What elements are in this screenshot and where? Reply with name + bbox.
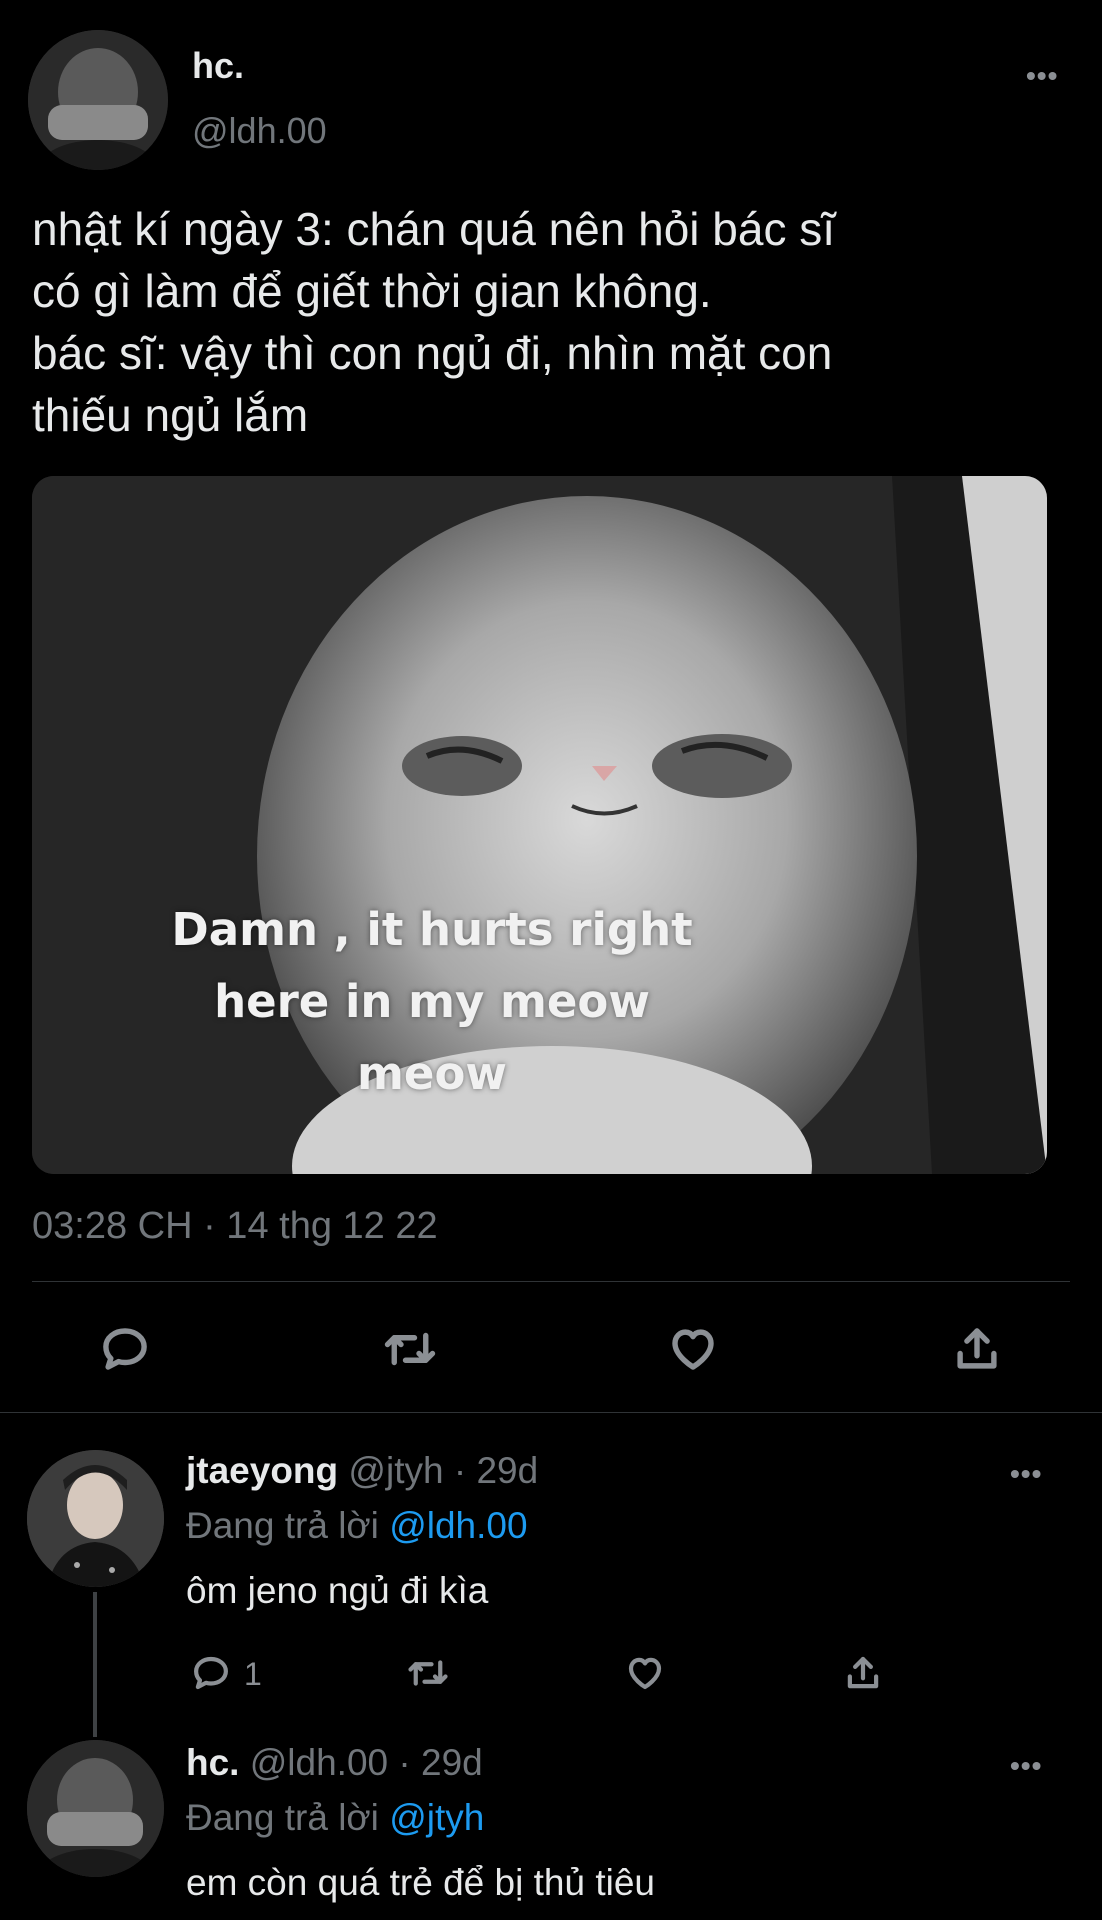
tweet-text-line: có gì làm để giết thời gian không. bbox=[32, 265, 712, 317]
like-icon[interactable] bbox=[666, 1322, 720, 1376]
divider bbox=[0, 1412, 1102, 1413]
reply-header: jtaeyong @jtyh · 29d bbox=[186, 1450, 538, 1492]
reply-text: ôm jeno ngủ đi kìa bbox=[186, 1570, 489, 1611]
replying-prefix: Đang trả lời bbox=[186, 1505, 379, 1546]
tweet-text: nhật kí ngày 3: chán quá nên hỏi bác sĩ … bbox=[32, 198, 835, 446]
reply-author-handle[interactable]: @ldh.00 bbox=[250, 1742, 388, 1783]
tweet-timestamp[interactable]: 03:28 CH · 14 thg 12 22 bbox=[32, 1205, 438, 1248]
image-caption-line: Damn , it hurts right bbox=[171, 903, 693, 956]
retweet-icon[interactable] bbox=[404, 1652, 452, 1694]
image-caption-line: meow bbox=[357, 1047, 507, 1100]
tweet-text-line: nhật kí ngày 3: chán quá nên hỏi bác sĩ bbox=[32, 203, 836, 255]
author-name[interactable]: hc. bbox=[192, 45, 244, 87]
avatar-image bbox=[27, 1450, 164, 1587]
reply-author-name[interactable]: jtaeyong bbox=[186, 1450, 338, 1491]
reply-age[interactable]: · 29d bbox=[454, 1450, 538, 1491]
author-handle[interactable]: @ldh.00 bbox=[192, 110, 327, 152]
replying-to: Đang trả lời @jtyh bbox=[186, 1797, 484, 1839]
author-avatar[interactable] bbox=[28, 30, 168, 170]
avatar-image bbox=[28, 30, 168, 170]
share-icon[interactable] bbox=[950, 1322, 1004, 1376]
more-icon[interactable]: ••• bbox=[1026, 60, 1058, 92]
reply-avatar[interactable] bbox=[27, 1450, 164, 1587]
replying-to-link[interactable]: @jtyh bbox=[389, 1797, 484, 1838]
share-icon[interactable] bbox=[842, 1652, 884, 1694]
reply-avatar[interactable] bbox=[27, 1740, 164, 1877]
reply-age[interactable]: · 29d bbox=[398, 1742, 482, 1783]
reply-header: hc. @ldh.00 · 29d bbox=[186, 1742, 483, 1784]
tweet-text-line: thiếu ngủ lắm bbox=[32, 389, 309, 441]
tweet-media[interactable]: Damn , it hurts right here in my meow me… bbox=[32, 476, 1047, 1174]
like-icon[interactable] bbox=[624, 1652, 666, 1694]
more-icon[interactable]: ••• bbox=[1010, 1458, 1042, 1490]
replying-to: Đang trả lời @ldh.00 bbox=[186, 1505, 528, 1547]
reply-icon[interactable] bbox=[190, 1652, 232, 1694]
thread-line bbox=[93, 1592, 97, 1737]
image-caption: Damn , it hurts right here in my meow me… bbox=[32, 894, 832, 1110]
reply-icon[interactable] bbox=[98, 1322, 152, 1376]
avatar-image bbox=[27, 1740, 164, 1877]
reply-text: em còn quá trẻ để bị thủ tiêu bbox=[186, 1862, 655, 1903]
image-caption-line: here in my meow bbox=[214, 975, 650, 1028]
more-icon[interactable]: ••• bbox=[1010, 1750, 1042, 1782]
replying-to-link[interactable]: @ldh.00 bbox=[389, 1505, 527, 1546]
tweet-text-line: bác sĩ: vậy thì con ngủ đi, nhìn mặt con bbox=[32, 327, 833, 379]
reply-author-name[interactable]: hc. bbox=[186, 1742, 239, 1783]
replying-prefix: Đang trả lời bbox=[186, 1797, 379, 1838]
divider bbox=[32, 1281, 1070, 1282]
reply-count: 1 bbox=[244, 1656, 262, 1692]
retweet-icon[interactable] bbox=[380, 1322, 440, 1376]
reply-author-handle[interactable]: @jtyh bbox=[348, 1450, 443, 1491]
